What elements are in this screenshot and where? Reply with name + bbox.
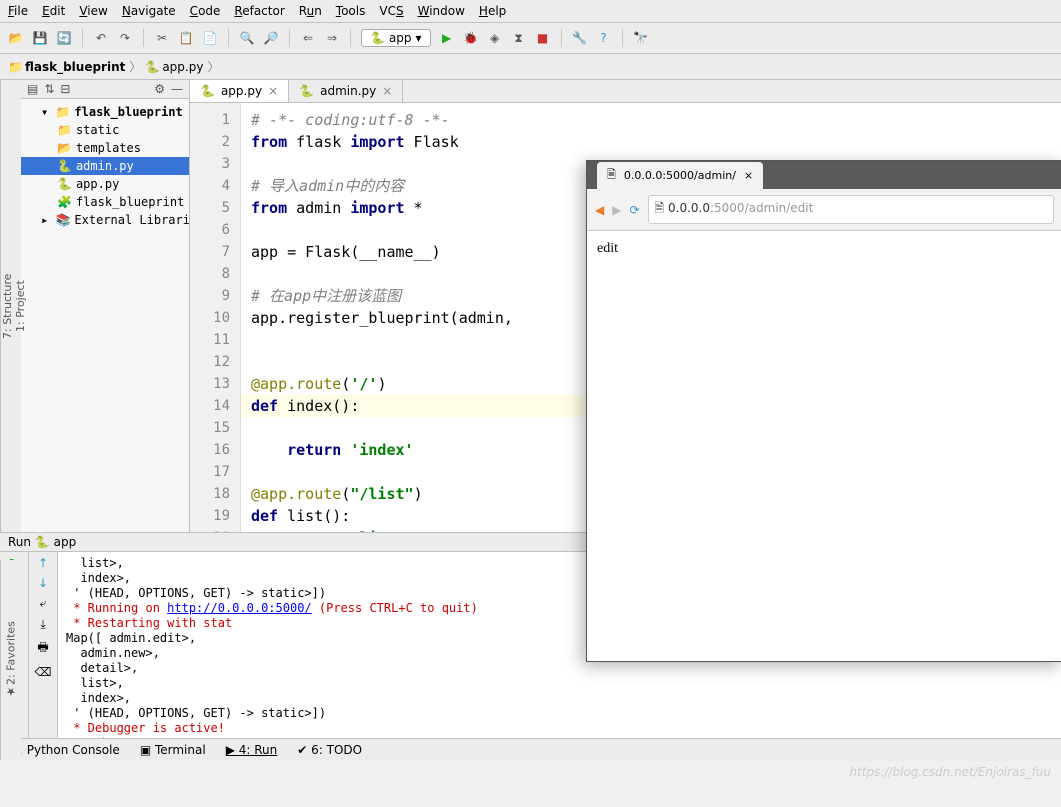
help-icon[interactable]: ? (596, 30, 612, 46)
tree-app-py[interactable]: 🐍 app.py (21, 175, 189, 193)
address-bar[interactable]: 🗎 0.0.0.0:5000/admin/edit (648, 195, 1054, 224)
line-gutter: 1234567891011121314151617181920 (190, 103, 241, 532)
watermark: https://blog.csdn.net/Enjolras_fuu (849, 765, 1051, 779)
menu-edit[interactable]: Edit (42, 4, 65, 18)
print-icon[interactable]: 🖶 (37, 638, 48, 659)
run-title: Run (8, 535, 31, 549)
main-toolbar: 📂 💾 🔄 ↶ ↷ ✂ 📋 📄 🔍 🔎 ⇐ ⇒ 🐍 app ▾ ▶ 🐞 ◈ ⧗ … (0, 23, 1061, 54)
profile-icon[interactable]: ⧗ (511, 30, 527, 46)
run-config-name: app (54, 535, 77, 549)
paste-icon[interactable]: 📄 (202, 30, 218, 46)
project-settings-icon[interactable]: ⚙ (154, 82, 165, 96)
wrap-icon[interactable]: ⤶ (40, 596, 47, 611)
redo-icon[interactable]: ↷ (117, 30, 133, 46)
open-icon[interactable]: 📂 (8, 30, 24, 46)
tool-project[interactable]: 1: Project (14, 280, 27, 332)
project-tree: ▾ 📁 flask_blueprint 📁 static 📂 templates… (21, 99, 189, 233)
tab-admin-py[interactable]: 🐍 admin.py × (289, 80, 403, 102)
menu-run[interactable]: Run (299, 4, 322, 18)
browser-viewport: edit (587, 231, 1061, 267)
clear-icon[interactable]: ⌫ (35, 665, 52, 679)
left-tool-strip: 7: Structure 1: Project (0, 80, 21, 532)
refresh-icon[interactable]: 🔄 (56, 30, 72, 46)
browser-toolbar: ◀ ▶ ⟳ 🗎 0.0.0.0:5000/admin/edit (587, 189, 1061, 231)
back-icon[interactable]: ⇐ (300, 30, 316, 46)
up-icon[interactable]: ↑ (38, 556, 48, 570)
menu-file[interactable]: File (8, 4, 28, 18)
breadcrumb: 📁 flask_blueprint 〉 🐍 app.py 〉 (0, 54, 1061, 80)
browser-window: 🗎 0.0.0.0:5000/admin/ × ◀ ▶ ⟳ 🗎 0.0.0.0:… (586, 160, 1061, 662)
replace-icon[interactable]: 🔎 (263, 30, 279, 46)
bc-py-icon: 🐍 (145, 60, 160, 74)
search-everywhere-icon[interactable]: 🔭 (633, 30, 649, 46)
tree-templates[interactable]: 📂 templates (21, 139, 189, 157)
browser-tab-title: 0.0.0.0:5000/admin/ (624, 169, 736, 182)
status-bar: 🐍 Python Console ▣ Terminal ▶ 4: Run ✔ 6… (0, 738, 1061, 761)
project-hide-icon[interactable]: — (171, 82, 183, 96)
find-icon[interactable]: 🔍 (239, 30, 255, 46)
menu-navigate[interactable]: Navigate (122, 4, 176, 18)
back-icon[interactable]: ◀ (595, 203, 604, 217)
run-icon[interactable]: ▶ (439, 30, 455, 46)
editor-tabs: 🐍 app.py × 🐍 admin.py × (190, 80, 1061, 103)
tool-structure[interactable]: 7: Structure (1, 273, 14, 338)
page-content: edit (597, 241, 618, 256)
favorites-tool[interactable]: ★ 2: Favorites (0, 560, 21, 760)
menubar: File Edit View Navigate Code Refactor Ru… (0, 0, 1061, 23)
project-tool-window: ▤ ⇅ ⊟ ⚙ — ▾ 📁 flask_blueprint 📁 static 📂… (21, 80, 190, 532)
menu-refactor[interactable]: Refactor (234, 4, 284, 18)
run-left-toolbar-2: ↑ ↓ ⤶ ⤓ 🖶 ⌫ (29, 552, 58, 738)
stop-icon[interactable]: ■ (535, 30, 551, 46)
bc-file[interactable]: app.py (162, 60, 203, 74)
tree-iml[interactable]: 🧩 flask_blueprint (21, 193, 189, 211)
todo-tab[interactable]: ✔ 6: TODO (297, 743, 362, 757)
settings-icon[interactable]: 🔧 (572, 30, 588, 46)
project-tool-header: ▤ ⇅ ⊟ ⚙ — (21, 80, 189, 99)
save-icon[interactable]: 💾 (32, 30, 48, 46)
scroll-icon[interactable]: ⤓ (40, 617, 45, 632)
debug-icon[interactable]: 🐞 (463, 30, 479, 46)
bc-root[interactable]: flask_blueprint (25, 60, 125, 74)
tree-admin-py[interactable]: 🐍 admin.py (21, 157, 189, 175)
menu-vcs[interactable]: VCS (379, 4, 403, 18)
project-toggle-icon[interactable]: ▤ (27, 82, 38, 96)
python-console-tab[interactable]: 🐍 Python Console (8, 743, 120, 757)
forward-icon[interactable]: ⇒ (324, 30, 340, 46)
undo-icon[interactable]: ↶ (93, 30, 109, 46)
project-autoscroll-icon[interactable]: ⇅ (44, 82, 54, 96)
browser-tab[interactable]: 🗎 0.0.0.0:5000/admin/ × (597, 162, 763, 189)
close-icon[interactable]: × (268, 84, 278, 98)
forward-icon[interactable]: ▶ (612, 203, 621, 217)
reload-icon[interactable]: ⟳ (629, 203, 639, 217)
close-icon[interactable]: × (744, 169, 753, 182)
menu-window[interactable]: Window (418, 4, 465, 18)
menu-code[interactable]: Code (190, 4, 221, 18)
close-icon[interactable]: × (382, 84, 392, 98)
terminal-tab[interactable]: ▣ Terminal (140, 743, 206, 757)
coverage-icon[interactable]: ◈ (487, 30, 503, 46)
tree-root[interactable]: ▾ 📁 flask_blueprint (21, 103, 189, 121)
tree-external[interactable]: ▸ 📚 External Libraries (21, 211, 189, 229)
run-config-selector[interactable]: 🐍 app ▾ (361, 29, 431, 47)
cut-icon[interactable]: ✂ (154, 30, 170, 46)
menu-view[interactable]: View (79, 4, 107, 18)
tab-app-py[interactable]: 🐍 app.py × (190, 80, 289, 102)
menu-help[interactable]: Help (479, 4, 506, 18)
project-collapse-icon[interactable]: ⊟ (60, 82, 70, 96)
tree-static[interactable]: 📁 static (21, 121, 189, 139)
menu-tools[interactable]: Tools (336, 4, 366, 18)
bc-folder-icon: 📁 (8, 60, 23, 74)
run-tab[interactable]: ▶ 4: Run (226, 743, 278, 757)
page-icon: 🗎 (607, 166, 616, 185)
copy-icon[interactable]: 📋 (178, 30, 194, 46)
browser-tabstrip: 🗎 0.0.0.0:5000/admin/ × (587, 161, 1061, 189)
down-icon[interactable]: ↓ (38, 576, 48, 590)
